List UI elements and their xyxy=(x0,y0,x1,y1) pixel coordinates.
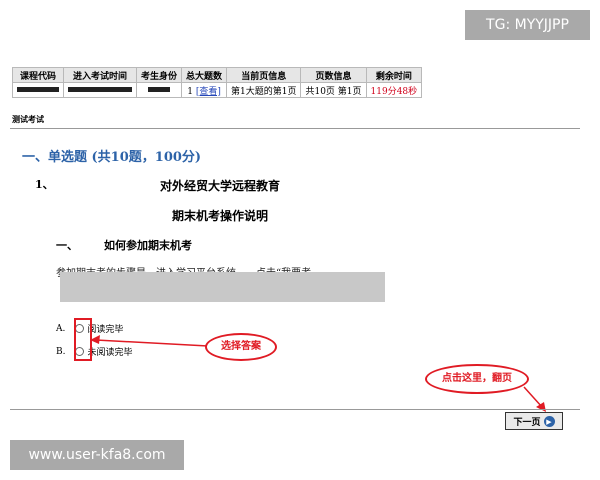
current-page-value: 第1大题的第1页 xyxy=(226,82,302,98)
header-current-page: 当前页信息 xyxy=(226,67,302,83)
watermark-top: TG: MYYJJPP xyxy=(465,10,590,40)
select-answer-arrow-icon xyxy=(90,335,209,347)
total-questions-cell: 1 [查看] xyxy=(181,82,228,98)
question-subsection-title: 如何参加期末机考 xyxy=(104,239,192,252)
header-entry-time: 进入考试时间 xyxy=(63,67,137,83)
total-questions-value: 1 xyxy=(187,86,193,97)
exam-title: 测试考试 xyxy=(12,114,44,124)
header-candidate-id: 考生身份 xyxy=(135,67,183,83)
view-link[interactable]: [查看] xyxy=(196,87,221,97)
question-subsection-number: 一、 xyxy=(56,239,78,252)
entry-time-redacted xyxy=(63,82,137,98)
next-page-button[interactable]: 下一页 ▶ xyxy=(505,412,563,430)
info-value-row: 1 [查看] 第1大题的第1页 共10页 第1页 119分48秒 xyxy=(12,82,423,98)
candidate-id-redacted xyxy=(135,82,183,98)
info-header-row: 课程代码 进入考试时间 考生身份 总大题数 当前页信息 页数信息 剩余时间 xyxy=(12,67,423,83)
page-count-value: 共10页 第1页 xyxy=(300,82,367,98)
next-page-label: 下一页 xyxy=(513,417,541,428)
next-page-callout: 点击这里，翻页 xyxy=(425,364,529,394)
redaction-block xyxy=(60,272,385,302)
question-title-line2: 期末机考操作说明 xyxy=(172,209,269,223)
question-number: 1、 xyxy=(35,178,54,191)
remaining-time-value: 119分48秒 xyxy=(365,82,423,98)
divider-bottom xyxy=(10,409,580,410)
select-answer-callout: 选择答案 xyxy=(205,333,277,361)
header-total-questions: 总大题数 xyxy=(181,67,228,83)
course-code-redacted xyxy=(12,82,64,98)
arrow-right-icon: ▶ xyxy=(543,415,555,427)
next-page-arrow-icon xyxy=(523,386,546,412)
question-title-line1: 对外经贸大学远程教育 xyxy=(160,179,281,193)
header-course-code: 课程代码 xyxy=(12,67,64,83)
exam-info-table: 课程代码 进入考试时间 考生身份 总大题数 当前页信息 页数信息 剩余时间 1 … xyxy=(12,67,423,98)
option-b-letter: B. xyxy=(56,346,66,357)
header-page-count: 页数信息 xyxy=(300,67,367,83)
watermark-bottom: www.user-kfa8.com xyxy=(10,440,184,470)
section-title: 一、单选题 (共10题，100分) xyxy=(22,150,202,165)
divider-top xyxy=(10,128,580,129)
header-remaining-time: 剩余时间 xyxy=(365,67,423,83)
option-a-letter: A. xyxy=(56,323,66,334)
